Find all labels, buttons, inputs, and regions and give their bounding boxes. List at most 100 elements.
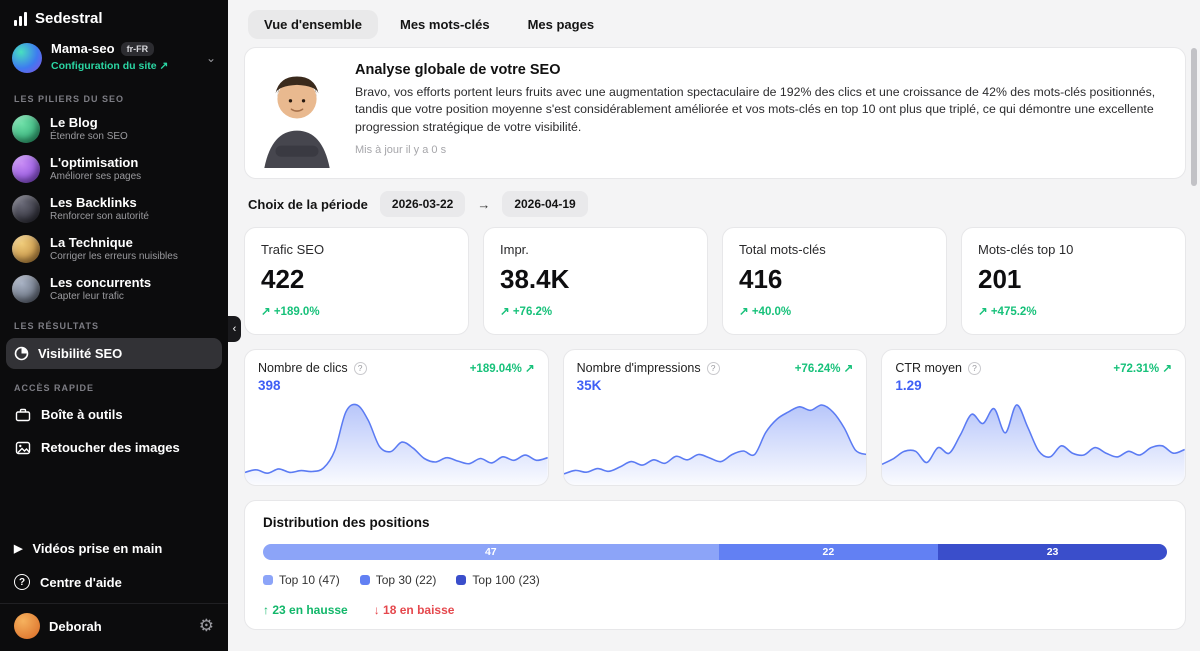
period-end-button[interactable]: 2026-04-19: [502, 191, 587, 217]
gear-icon[interactable]: ⚙: [199, 616, 214, 636]
nav-subtitle: Corriger les erreurs nuisibles: [50, 251, 178, 262]
stat-label: Total mots-clés: [739, 242, 930, 257]
site-avatar: [12, 43, 42, 73]
period-start-button[interactable]: 2026-03-22: [380, 191, 465, 217]
legend-item-top30: Top 30 (22): [360, 573, 437, 587]
help-center-link[interactable]: ? Centre d'aide: [0, 565, 228, 599]
stat-card-impressions: Impr. 38.4K ↗ +76.2%: [483, 227, 708, 335]
legend-item-top100: Top 100 (23): [456, 573, 539, 587]
legend-label: Top 100 (23): [472, 573, 539, 587]
legend-label: Top 30 (22): [376, 573, 437, 587]
stat-label: Trafic SEO: [261, 242, 452, 257]
distribution-segment: 23: [938, 544, 1167, 560]
toolbox-icon: [14, 406, 31, 423]
sidebar-collapse-button[interactable]: ‹: [228, 316, 241, 342]
period-label: Choix de la période: [248, 197, 368, 212]
stat-label: Impr.: [500, 242, 691, 257]
quick-item-label: Boîte à outils: [41, 407, 123, 422]
sidebar-item-technique[interactable]: La Technique Corriger les erreurs nuisib…: [0, 229, 228, 269]
tab-vue-densemble[interactable]: Vue d'ensemble: [248, 10, 378, 39]
brand: Sedestral: [0, 0, 228, 33]
sidebar-item-le-blog[interactable]: Le Blog Étendre son SEO: [0, 109, 228, 149]
nav-subtitle: Capter leur trafic: [50, 291, 151, 302]
user-row[interactable]: Deborah ⚙: [0, 603, 228, 643]
sidebar-item-retoucher-images[interactable]: Retoucher des images: [0, 431, 228, 464]
videos-label: Vidéos prise en main: [32, 541, 162, 556]
technique-avatar-icon: [12, 235, 40, 263]
brand-bars-icon: [14, 12, 27, 26]
distribution-title: Distribution des positions: [263, 515, 1167, 530]
nav-subtitle: Améliorer ses pages: [50, 171, 141, 182]
stat-delta: ↗ +475.2%: [978, 304, 1169, 318]
legend-swatch: [456, 575, 466, 585]
chart-title: Nombre de clics: [258, 361, 348, 375]
chart-delta: +72.31% ↗: [1113, 361, 1172, 375]
help-icon[interactable]: ?: [354, 362, 367, 375]
tab-bar: Vue d'ensemble Mes mots-clés Mes pages: [244, 8, 1186, 47]
period-row: Choix de la période 2026-03-22 → 2026-04…: [248, 191, 1186, 217]
sidebar-item-backlinks[interactable]: Les Backlinks Renforcer son autorité: [0, 189, 228, 229]
stat-card-total-mots-cles: Total mots-clés 416 ↗ +40.0%: [722, 227, 947, 335]
optimisation-avatar-icon: [12, 155, 40, 183]
stats-grid: Trafic SEO 422 ↗ +189.0% Impr. 38.4K ↗ +…: [244, 227, 1186, 335]
help-label: Centre d'aide: [40, 575, 122, 590]
distribution-segment: 22: [719, 544, 938, 560]
chart-value: 35K: [564, 375, 867, 393]
stat-value: 38.4K: [500, 264, 691, 295]
analysis-updated: Mis à jour il y a 0 s: [355, 144, 1165, 156]
tab-mes-pages[interactable]: Mes pages: [512, 10, 610, 39]
videos-onboarding-link[interactable]: ▶ Vidéos prise en main: [0, 532, 228, 565]
concurrents-avatar-icon: [12, 275, 40, 303]
distribution-bar: 472223: [263, 544, 1167, 560]
chart-title: CTR moyen: [895, 361, 962, 375]
user-avatar: [14, 613, 40, 639]
sidebar-item-optimisation[interactable]: L'optimisation Améliorer ses pages: [0, 149, 228, 189]
scrollbar[interactable]: [1191, 48, 1197, 186]
legend-item-top10: Top 10 (47): [263, 573, 340, 587]
arrow-right-icon: →: [477, 197, 490, 212]
sidebar-item-boite-a-outils[interactable]: Boîte à outils: [0, 398, 228, 431]
section-label-quick: ACCÈS RAPIDE: [0, 371, 228, 398]
sidebar-item-visibilite-seo[interactable]: Visibilité SEO: [6, 338, 222, 369]
stat-value: 201: [978, 264, 1169, 295]
chart-title: Nombre d'impressions: [577, 361, 701, 375]
help-icon[interactable]: ?: [707, 362, 720, 375]
stat-delta: ↗ +189.0%: [261, 304, 452, 318]
distribution-card: Distribution des positions 472223 Top 10…: [244, 500, 1186, 630]
stat-delta: ↗ +40.0%: [739, 304, 930, 318]
area-chart-ctr: [882, 393, 1185, 485]
tab-mes-mots-cles[interactable]: Mes mots-clés: [384, 10, 506, 39]
charts-grid: Nombre de clics ? +189.04% ↗ 398 Nombre …: [244, 349, 1186, 486]
sidebar-item-concurrents[interactable]: Les concurrents Capter leur trafic: [0, 269, 228, 309]
main-content: Vue d'ensemble Mes mots-clés Mes pages A…: [228, 0, 1200, 651]
play-icon: ▶: [14, 542, 22, 555]
analysis-card: Analyse globale de votre SEO Bravo, vos …: [244, 47, 1186, 179]
user-name: Deborah: [49, 619, 190, 634]
stat-value: 416: [739, 264, 930, 295]
site-name: Mama-seo: [51, 41, 115, 56]
chevron-down-icon[interactable]: ⌄: [206, 51, 216, 65]
sidebar: Sedestral Mama-seo fr-FR Configuration d…: [0, 0, 228, 651]
nav-title: Le Blog: [50, 116, 128, 131]
stat-delta: ↗ +76.2%: [500, 304, 691, 318]
help-icon: ?: [14, 574, 30, 590]
stat-card-mots-cles-top10: Mots-clés top 10 201 ↗ +475.2%: [961, 227, 1186, 335]
distribution-legend: Top 10 (47) Top 30 (22) Top 100 (23): [263, 573, 1167, 587]
quick-item-label: Retoucher des images: [41, 440, 180, 455]
section-label-results: LES RÉSULTATS: [0, 309, 228, 336]
chart-card-clics: Nombre de clics ? +189.04% ↗ 398: [244, 349, 549, 486]
analysis-title: Analyse globale de votre SEO: [355, 62, 1165, 78]
sidebar-footer: ▶ Vidéos prise en main ? Centre d'aide D…: [0, 532, 228, 651]
stat-card-trafic-seo: Trafic SEO 422 ↗ +189.0%: [244, 227, 469, 335]
nav-subtitle: Renforcer son autorité: [50, 211, 149, 222]
stat-value: 422: [261, 264, 452, 295]
down-count: ↓ 18 en baisse: [374, 603, 455, 617]
nav-title: L'optimisation: [50, 156, 141, 171]
help-icon[interactable]: ?: [968, 362, 981, 375]
chart-delta: +189.04% ↗: [470, 361, 535, 375]
area-chart-impressions: [564, 393, 867, 485]
site-config-link[interactable]: Configuration du site ↗: [51, 60, 168, 72]
chart-value: 398: [245, 375, 548, 393]
site-switcher[interactable]: Mama-seo fr-FR Configuration du site ↗ ⌄: [0, 33, 228, 82]
nav-title: La Technique: [50, 236, 178, 251]
